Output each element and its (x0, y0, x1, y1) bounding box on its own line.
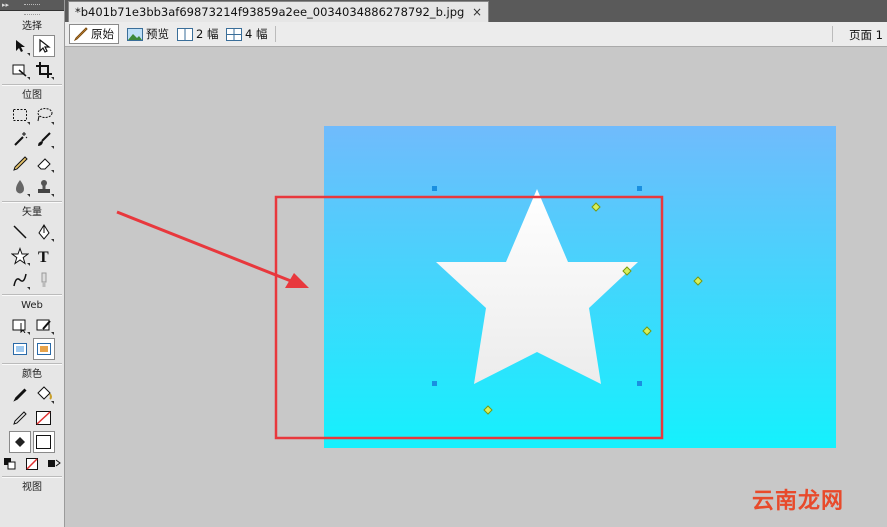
annotation-arrow (116, 210, 297, 285)
control-point[interactable] (693, 276, 703, 286)
selection-handle[interactable] (637, 186, 642, 191)
control-point[interactable] (591, 202, 601, 212)
selection-handle[interactable] (432, 186, 437, 191)
star-shape[interactable] (436, 189, 638, 384)
selection-handle[interactable] (432, 381, 437, 386)
watermark-text: 云南龙网 (752, 489, 845, 514)
control-point[interactable] (483, 405, 493, 415)
selection-handle[interactable] (637, 381, 642, 386)
control-point[interactable] (642, 326, 652, 336)
canvas-overlay (116, 186, 703, 440)
highlight-box (274, 195, 664, 440)
